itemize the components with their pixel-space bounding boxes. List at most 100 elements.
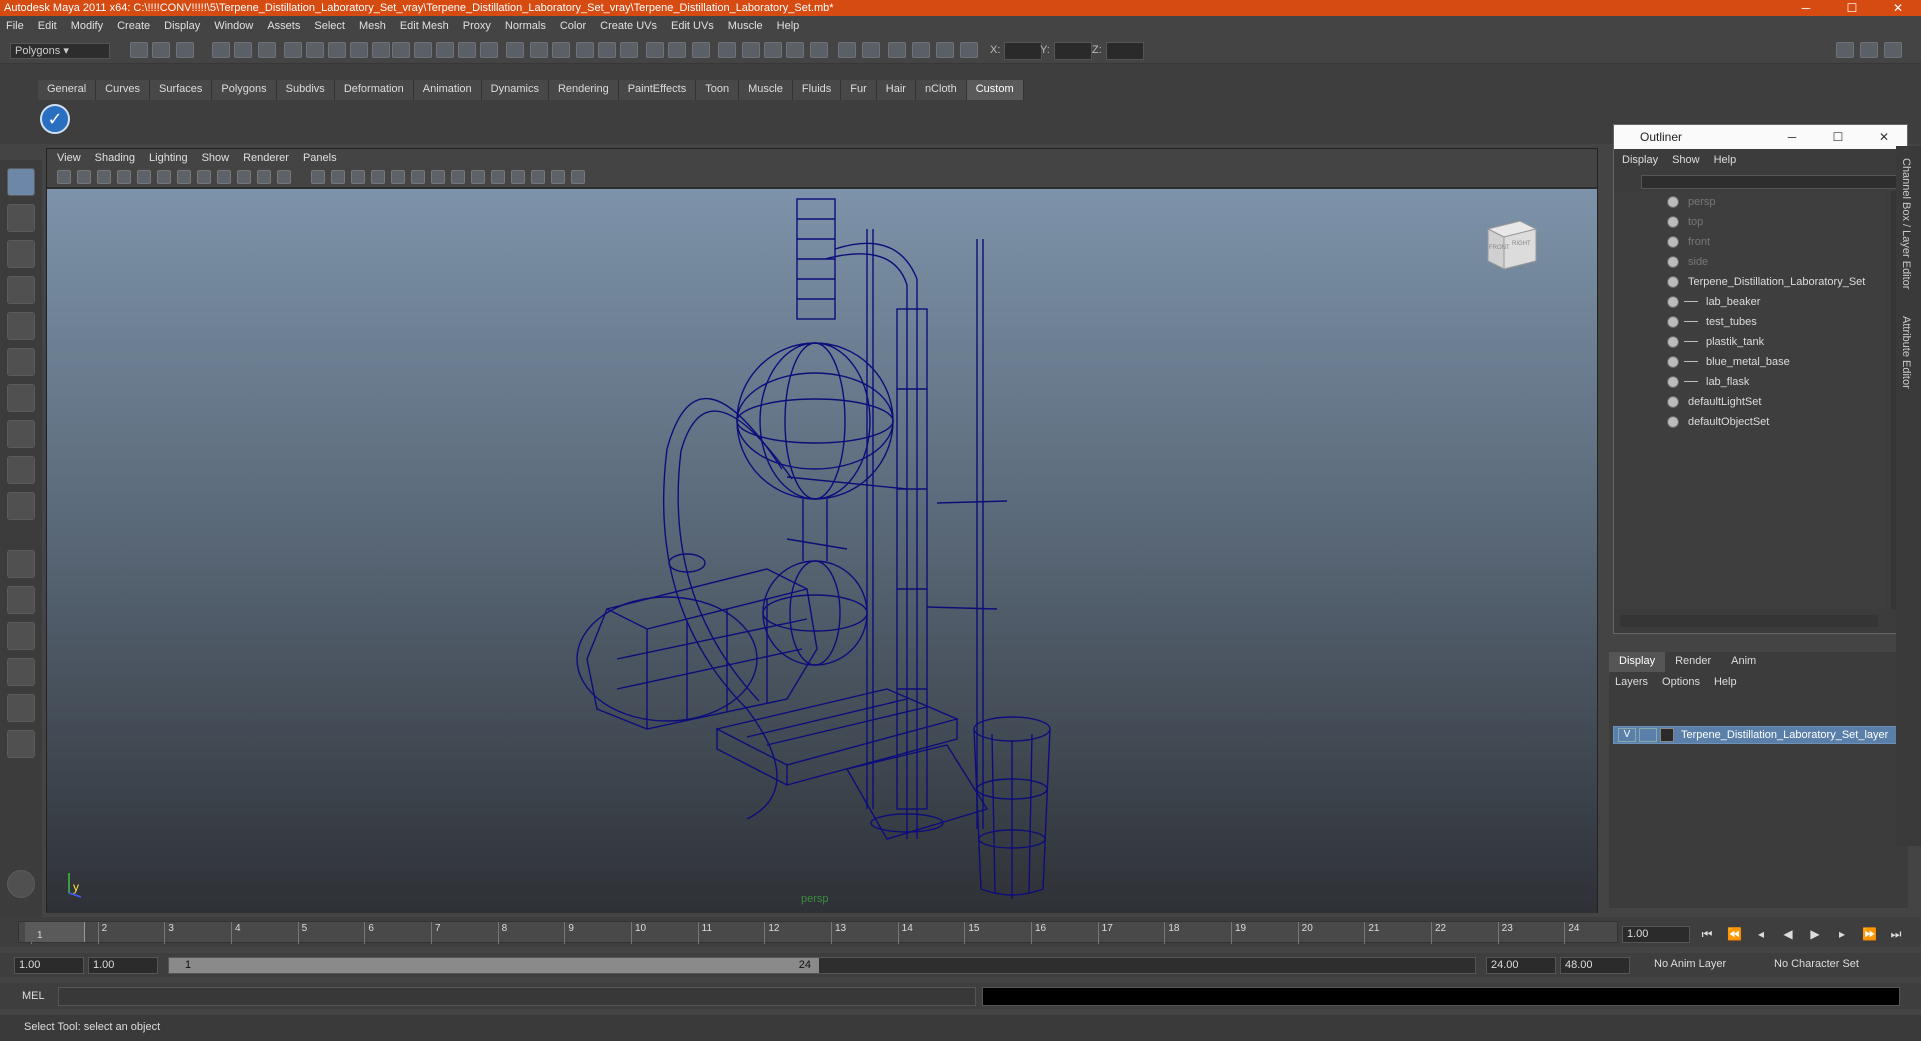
layer-color-swatch[interactable] [1660,728,1674,742]
toolbar-icon[interactable] [152,42,170,58]
layer-menu-options[interactable]: Options [1662,676,1700,688]
menu-file[interactable]: File [6,20,24,32]
close-button[interactable]: ✕ [1875,1,1921,15]
toolbar-icon[interactable] [130,42,148,58]
viewport-tool-icon[interactable] [311,170,325,184]
menu-edit[interactable]: Edit [38,20,57,32]
toolbar-icon[interactable] [912,42,930,58]
outliner-item[interactable]: front [1614,233,1886,251]
shelf-tab-general[interactable]: General [38,80,97,100]
toolbar-icon[interactable] [176,42,194,58]
panel-toggle-icon[interactable] [1860,42,1878,58]
z-field[interactable] [1106,42,1144,60]
viewport-tool-icon[interactable] [331,170,345,184]
toolbar-icon[interactable] [786,42,804,58]
viewport-tool-icon[interactable] [391,170,405,184]
toolbar-icon[interactable] [284,42,302,58]
character-set-select[interactable]: No Character Set [1770,957,1885,974]
outliner-item[interactable]: defaultObjectSet [1614,413,1886,431]
viewport-tool-icon[interactable] [77,170,91,184]
toolbar-icon[interactable] [234,42,252,58]
outliner-horizontal-scrollbar[interactable] [1620,615,1878,627]
y-field[interactable] [1054,42,1092,60]
shelf-tab-toon[interactable]: Toon [696,80,740,100]
layer-tab-display[interactable]: Display [1609,652,1666,672]
menu-create[interactable]: Create [117,20,150,32]
viewport-tool-icon[interactable] [237,170,251,184]
shelf-tab-ncloth[interactable]: nCloth [915,80,967,100]
menu-proxy[interactable]: Proxy [463,20,491,32]
graph-layout-icon[interactable] [7,658,35,686]
shelf-tab-subdivs[interactable]: Subdivs [276,80,335,100]
toolbar-icon[interactable] [620,42,638,58]
layer-tab-anim[interactable]: Anim [1721,652,1766,672]
layer-tab-render[interactable]: Render [1665,652,1721,672]
four-pane-layout-icon[interactable] [7,586,35,614]
viewport-menu-show[interactable]: Show [202,152,230,164]
menu-modify[interactable]: Modify [71,20,103,32]
menu-mesh[interactable]: Mesh [359,20,386,32]
viewport-tool-icon[interactable] [491,170,505,184]
toolbar-icon[interactable] [414,42,432,58]
toolbar-icon[interactable] [258,42,276,58]
maximize-button[interactable]: ☐ [1829,1,1875,15]
move-tool-icon[interactable] [7,276,35,304]
step-back-key-button[interactable]: ⏪ [1727,927,1742,941]
go-to-end-button[interactable]: ⏭ [1889,927,1903,941]
viewport-menu-view[interactable]: View [57,152,81,164]
shelf-tab-curves[interactable]: Curves [96,80,150,100]
viewport-canvas[interactable]: FRONT RIGHT y persp [47,189,1597,913]
menu-color[interactable]: Color [560,20,586,32]
layer-visibility-toggle[interactable]: V [1618,728,1636,742]
viewport-tool-icon[interactable] [451,170,465,184]
hypershade-layout-icon[interactable] [7,694,35,722]
shelf-tab-fluids[interactable]: Fluids [792,80,842,100]
show-manip-icon[interactable] [7,456,35,484]
toolbar-icon[interactable] [838,42,856,58]
outliner-item[interactable]: defaultLightSet [1614,393,1886,411]
toolbar-icon[interactable] [350,42,368,58]
play-forward-button[interactable]: ▶ [1808,927,1822,941]
time-slider-track[interactable]: 1234567891011121314151617181920212223241 [18,921,1618,944]
menu-normals[interactable]: Normals [505,20,546,32]
viewport-tool-icon[interactable] [117,170,131,184]
shelf-tab-fur[interactable]: Fur [841,80,877,100]
command-language-label[interactable]: MEL [22,990,45,1002]
shelf-tab-painteffects[interactable]: PaintEffects [618,80,697,100]
toolbar-icon[interactable] [458,42,476,58]
shelf-tab-dynamics[interactable]: Dynamics [481,80,549,100]
paint-select-icon[interactable] [7,240,35,268]
range-handle[interactable]: 1 24 [169,958,819,973]
outliner-maximize-button[interactable]: ☐ [1815,130,1861,144]
viewport-tool-icon[interactable] [511,170,525,184]
outliner-menu-help[interactable]: Help [1714,154,1737,166]
outliner-menu-show[interactable]: Show [1672,154,1700,166]
menu-assets[interactable]: Assets [267,20,300,32]
viewport-tool-icon[interactable] [137,170,151,184]
animation-start-field[interactable]: 1.00 [14,957,84,974]
menu-edit-uvs[interactable]: Edit UVs [671,20,714,32]
toolbar-icon[interactable] [530,42,548,58]
shelf-tab-polygons[interactable]: Polygons [212,80,277,100]
outliner-item[interactable]: lab_flask [1614,373,1886,391]
current-frame-field[interactable]: 1.00 [1622,926,1690,943]
custom-layout-icon[interactable] [7,730,35,758]
scale-tool-icon[interactable] [7,348,35,376]
outliner-close-button[interactable]: ✕ [1861,130,1907,144]
viewport-menu-renderer[interactable]: Renderer [243,152,289,164]
shelf-tab-custom[interactable]: Custom [966,80,1024,100]
viewport-tool-icon[interactable] [571,170,585,184]
toolbar-icon[interactable] [888,42,906,58]
playback-start-field[interactable]: 1.00 [88,957,158,974]
toolbar-icon[interactable] [392,42,410,58]
shelf-tab-deformation[interactable]: Deformation [334,80,414,100]
outliner-item[interactable]: lab_beaker [1614,293,1886,311]
menu-edit-mesh[interactable]: Edit Mesh [400,20,449,32]
lasso-tool-icon[interactable] [7,204,35,232]
viewport-tool-icon[interactable] [471,170,485,184]
rotate-tool-icon[interactable] [7,312,35,340]
single-pane-layout-icon[interactable] [7,550,35,578]
toolbar-icon[interactable] [552,42,570,58]
x-field[interactable] [1004,42,1042,60]
range-bar[interactable]: 1 24 [168,957,1476,974]
